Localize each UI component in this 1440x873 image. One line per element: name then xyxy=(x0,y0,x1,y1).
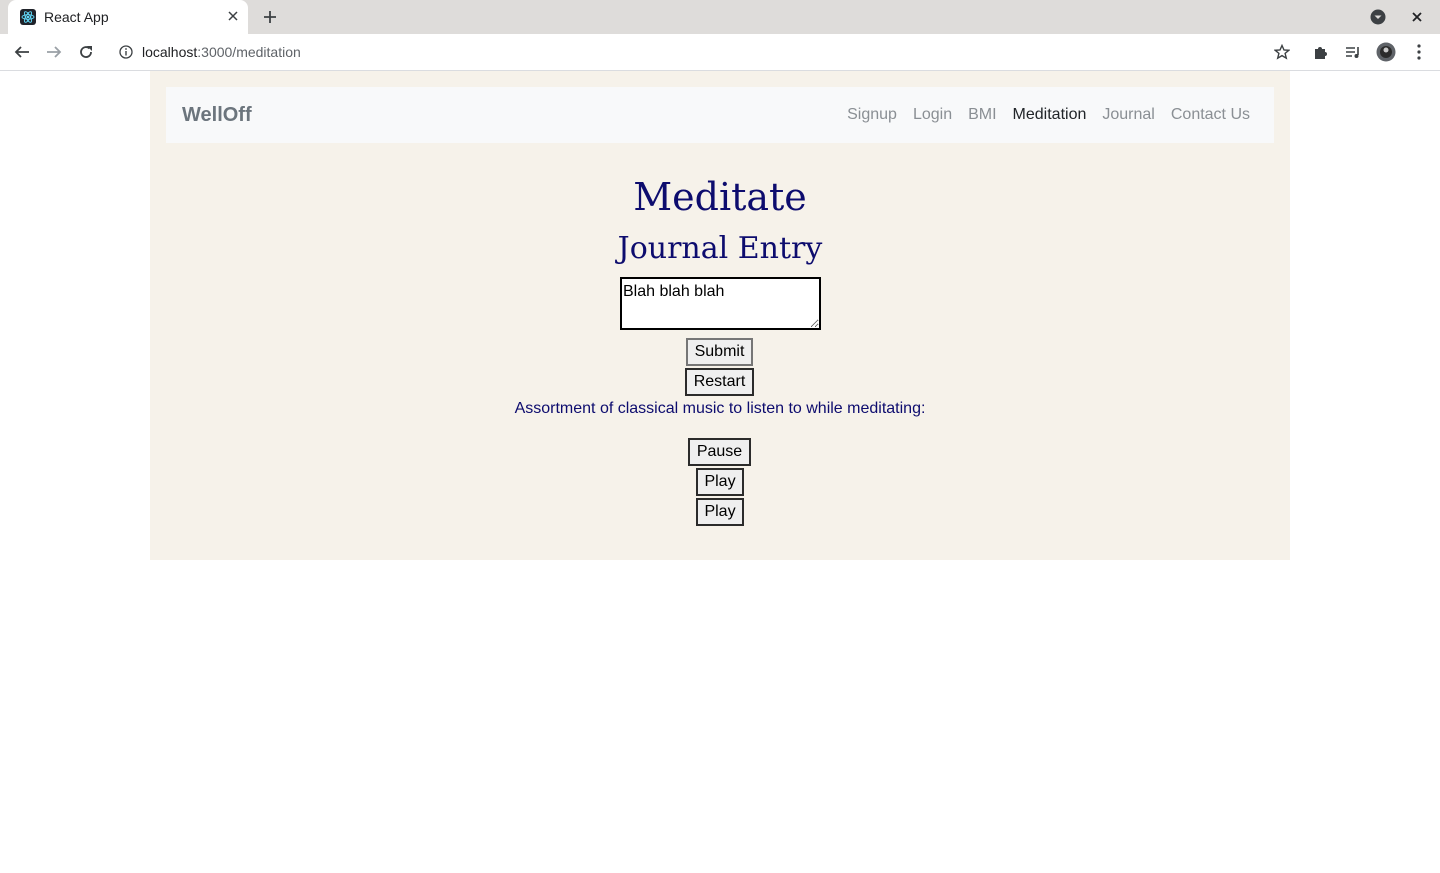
media-control-icon[interactable] xyxy=(1343,42,1363,62)
tab-title: React App xyxy=(44,9,109,25)
navbar: WellOff Signup Login BMI Meditation Jour… xyxy=(166,87,1274,143)
tab-search-icon[interactable] xyxy=(1368,7,1388,27)
nav-link-signup[interactable]: Signup xyxy=(847,106,897,124)
browser-toolbar: localhost:3000/meditation xyxy=(0,34,1440,71)
site-info-icon[interactable] xyxy=(118,44,134,60)
url-path: :3000/meditation xyxy=(197,44,301,60)
kebab-menu-icon[interactable] xyxy=(1409,42,1429,62)
journal-entry-heading: Journal Entry xyxy=(617,231,823,266)
bookmark-star-icon[interactable] xyxy=(1272,42,1292,62)
app-container: WellOff Signup Login BMI Meditation Jour… xyxy=(150,71,1290,560)
new-tab-plus-icon[interactable] xyxy=(260,7,280,27)
play-button-2[interactable]: Play xyxy=(696,498,744,526)
music-description: Assortment of classical music to listen … xyxy=(514,400,926,417)
profile-avatar-icon[interactable] xyxy=(1376,42,1396,62)
journal-entry-textarea[interactable]: Blah blah blah xyxy=(620,277,821,330)
submit-button[interactable]: Submit xyxy=(686,338,753,366)
nav-link-contact-us[interactable]: Contact Us xyxy=(1171,106,1250,124)
back-arrow-icon[interactable] xyxy=(12,42,32,62)
pause-button[interactable]: Pause xyxy=(688,438,751,466)
nav-links: Signup Login BMI Meditation Journal Cont… xyxy=(847,87,1250,143)
nav-link-journal[interactable]: Journal xyxy=(1102,106,1154,124)
browser-tabstrip: React App xyxy=(0,0,1440,34)
url-host: localhost xyxy=(142,44,198,60)
play-button-1[interactable]: Play xyxy=(696,468,744,496)
nav-link-login[interactable]: Login xyxy=(913,106,952,124)
nav-link-bmi[interactable]: BMI xyxy=(968,106,996,124)
reload-icon[interactable] xyxy=(76,42,96,62)
nav-link-meditation[interactable]: Meditation xyxy=(1013,106,1087,124)
window-close-icon[interactable] xyxy=(1407,7,1427,27)
page-title: Meditate xyxy=(633,175,807,219)
react-favicon-icon xyxy=(20,9,36,25)
extensions-puzzle-icon[interactable] xyxy=(1311,42,1331,62)
browser-tab[interactable]: React App xyxy=(8,0,248,34)
forward-arrow-icon[interactable] xyxy=(44,42,64,62)
navbar-brand[interactable]: WellOff xyxy=(182,104,252,127)
address-bar[interactable]: localhost:3000/meditation xyxy=(142,44,301,60)
close-tab-icon[interactable] xyxy=(224,7,242,25)
restart-button[interactable]: Restart xyxy=(685,368,754,396)
